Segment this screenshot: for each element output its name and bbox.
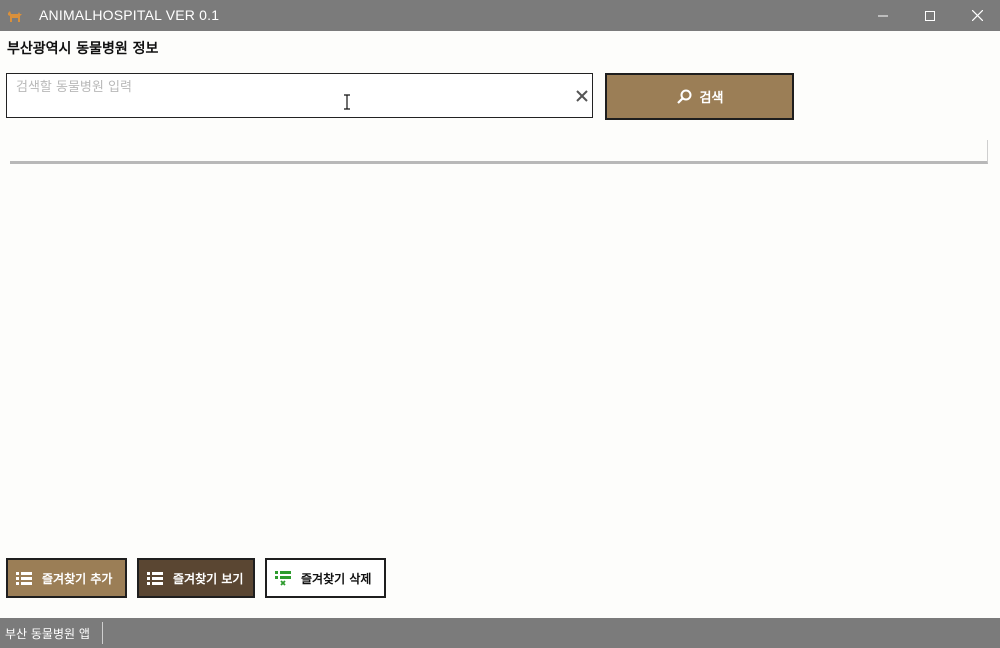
title-bar[interactable]: ANIMALHOSPITAL VER 0.1 (0, 0, 1000, 31)
view-favorites-label: 즐겨찾기 보기 (173, 571, 244, 586)
text-cursor-icon (344, 94, 350, 110)
status-separator (102, 622, 103, 644)
search-input[interactable] (7, 74, 567, 117)
delete-favorite-button[interactable]: 즐겨찾기 삭제 (265, 558, 386, 598)
page-title: 부산광역시 동물병원 정보 (7, 41, 159, 57)
view-favorites-button[interactable]: 즐겨찾기 보기 (137, 558, 255, 598)
list-icon (16, 572, 32, 585)
maximize-button[interactable] (907, 0, 953, 31)
minimize-button[interactable] (860, 0, 906, 31)
add-favorite-label: 즐겨찾기 추가 (42, 571, 113, 586)
delete-favorite-label: 즐겨찾기 삭제 (301, 571, 372, 586)
status-bar: 부산 동물병원 앱 (0, 618, 1000, 648)
close-button[interactable] (954, 0, 1000, 31)
maximize-icon (925, 10, 935, 21)
search-button[interactable]: 검색 (605, 73, 794, 120)
status-text: 부산 동물병원 앱 (5, 627, 90, 641)
app-window: ANIMALHOSPITAL VER 0.1 부산광역시 동물병원 정보 검색할… (0, 0, 1000, 648)
clear-icon[interactable] (573, 87, 591, 105)
window-title: ANIMALHOSPITAL VER 0.1 (39, 7, 220, 23)
list-icon (147, 572, 163, 585)
add-favorite-button[interactable]: 즐겨찾기 추가 (6, 558, 127, 598)
search-box[interactable] (6, 73, 593, 118)
search-button-label: 검색 (699, 91, 724, 106)
minimize-icon (878, 15, 888, 16)
search-icon (676, 89, 692, 104)
list-remove-icon (275, 571, 291, 586)
close-icon (971, 10, 983, 21)
result-list[interactable] (10, 140, 988, 164)
dog-icon (8, 11, 22, 22)
